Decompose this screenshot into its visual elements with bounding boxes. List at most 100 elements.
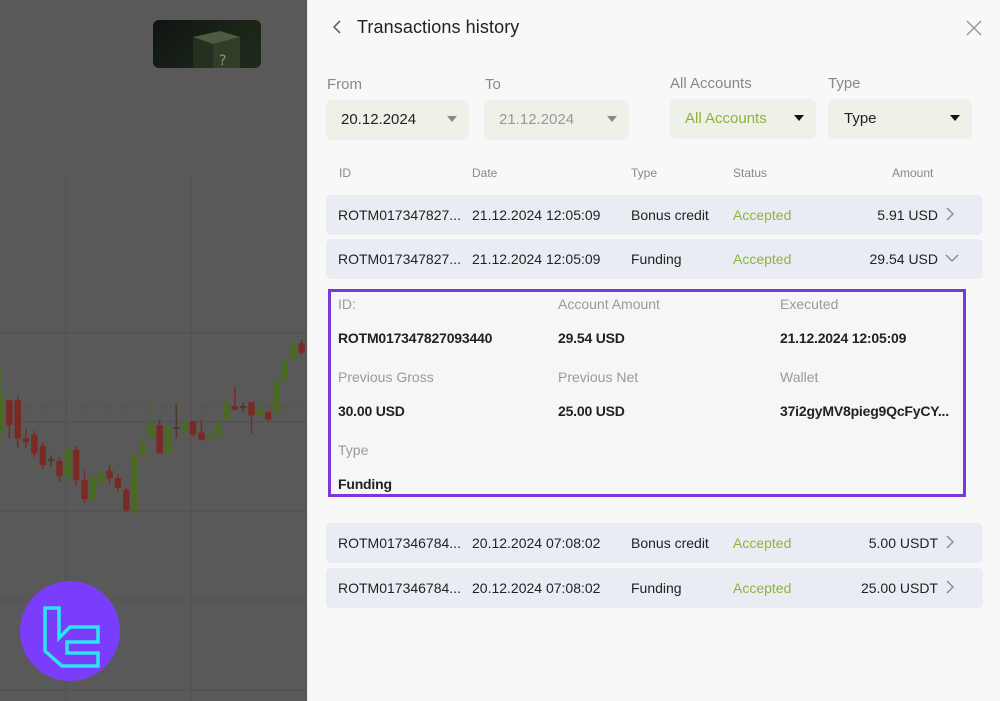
type-select[interactable]: Type <box>828 99 972 139</box>
logo-icon <box>43 606 100 668</box>
from-date-select[interactable]: 20.12.2024 <box>326 100 469 140</box>
detail-prev-gross-label: Previous Gross <box>338 369 434 385</box>
column-header-type: Type <box>631 166 658 180</box>
transaction-type: Bonus credit <box>631 207 709 223</box>
chevron-right-icon <box>946 207 954 221</box>
background-chart: ? <box>0 0 307 701</box>
close-button[interactable] <box>964 18 984 38</box>
detail-prev-net-value: 25.00 USD <box>558 403 625 419</box>
transaction-date: 20.12.2024 07:08:02 <box>472 580 601 596</box>
caret-down-icon <box>607 116 617 122</box>
transaction-row[interactable]: ROTM017346784... 20.12.2024 07:08:02 Bon… <box>326 523 983 563</box>
to-date-select[interactable]: 21.12.2024 <box>484 100 629 140</box>
question-mark: ? <box>219 53 226 68</box>
detail-type-label: Type <box>338 442 369 458</box>
candle-body <box>248 402 255 416</box>
candle-body <box>256 409 264 416</box>
candle-body <box>198 432 205 441</box>
candle-body <box>47 459 55 462</box>
caret-down-icon <box>950 115 960 121</box>
transaction-type: Funding <box>631 251 682 267</box>
accounts-select[interactable]: All Accounts <box>670 99 816 139</box>
candle-body <box>231 406 238 410</box>
mystery-box-icon: ? <box>193 31 240 68</box>
candle-body <box>114 478 122 488</box>
transaction-amount: 25.00 USDT <box>860 580 938 596</box>
candle-body <box>223 404 230 420</box>
candle-body <box>164 426 172 454</box>
panel-header: Transactions history <box>308 0 1000 60</box>
from-label: From <box>327 76 362 93</box>
candle-body <box>181 423 188 431</box>
accounts-label: All Accounts <box>670 75 752 92</box>
transaction-date: 21.12.2024 12:05:09 <box>472 207 601 223</box>
transaction-row[interactable]: ROTM017347827... 21.12.2024 12:05:09 Bon… <box>326 195 983 235</box>
caret-down-icon <box>794 115 804 121</box>
detail-account-amount-value: 29.54 USD <box>558 330 625 346</box>
detail-id-value: ROTM017347827093440 <box>338 330 493 346</box>
detail-id-label: ID: <box>338 296 356 312</box>
transaction-type: Bonus credit <box>631 535 709 551</box>
candle-body <box>265 411 272 420</box>
brand-logo <box>20 581 120 681</box>
candle-body <box>290 343 297 359</box>
detail-executed-label: Executed <box>780 296 839 312</box>
candle-body <box>156 425 163 454</box>
candle-body <box>189 421 197 435</box>
status-badge: Accepted <box>733 580 792 596</box>
chevron-right-icon <box>946 535 954 549</box>
back-button[interactable] <box>330 17 348 39</box>
close-icon <box>966 20 982 36</box>
mystery-box-button[interactable]: ? <box>153 20 261 68</box>
type-label: Type <box>828 75 861 92</box>
candle-body <box>214 423 222 437</box>
transaction-row[interactable]: ROTM017346784... 20.12.2024 07:08:02 Fun… <box>326 568 983 608</box>
transaction-type: Funding <box>631 580 682 596</box>
chevron-left-icon <box>332 20 341 34</box>
transaction-row[interactable]: ROTM017347827... 21.12.2024 12:05:09 Fun… <box>326 239 983 279</box>
candle-body <box>22 438 30 443</box>
accounts-value: All Accounts <box>685 110 767 127</box>
to-label: To <box>485 76 501 93</box>
detail-executed-value: 21.12.2024 12:05:09 <box>780 330 907 346</box>
candle-body <box>139 444 147 456</box>
detail-prev-net-label: Previous Net <box>558 369 639 385</box>
candle-body <box>56 461 63 477</box>
transaction-date: 20.12.2024 07:08:02 <box>472 535 601 551</box>
candle-body <box>6 400 13 425</box>
transaction-id: ROTM017346784... <box>338 580 461 596</box>
transaction-id: ROTM017346784... <box>338 535 461 551</box>
candle-body <box>0 396 5 431</box>
candle-body <box>106 470 113 479</box>
transaction-id: ROTM017347827... <box>338 251 461 267</box>
caret-down-icon <box>447 116 457 122</box>
candle-body <box>81 480 88 500</box>
detail-type-value: Funding <box>338 476 392 492</box>
candle-body <box>89 478 97 500</box>
candle-body <box>98 472 105 484</box>
candle-body <box>298 343 305 353</box>
transaction-date: 21.12.2024 12:05:09 <box>472 251 601 267</box>
column-header-id: ID <box>339 166 351 180</box>
candle-body <box>281 362 289 380</box>
to-date-value: 21.12.2024 <box>499 111 575 128</box>
candle-body <box>206 434 213 439</box>
chevron-down-icon <box>945 254 959 262</box>
detail-wallet-label: Wallet <box>780 369 819 385</box>
candle-body <box>64 449 71 477</box>
from-date-value: 20.12.2024 <box>341 111 417 128</box>
status-badge: Accepted <box>733 535 792 551</box>
detail-account-amount-label: Account Amount <box>558 296 660 312</box>
candle-body <box>273 381 280 414</box>
column-header-amount: Amount <box>892 166 934 180</box>
column-header-status: Status <box>733 166 768 180</box>
page-title: Transactions history <box>357 17 520 37</box>
candle-body <box>173 426 180 429</box>
transaction-amount: 5.00 USDT <box>868 535 938 551</box>
status-badge: Accepted <box>733 251 792 267</box>
transaction-amount: 29.54 USD <box>869 251 938 267</box>
detail-prev-gross-value: 30.00 USD <box>338 403 405 419</box>
chevron-right-icon <box>946 580 954 594</box>
candle-body <box>131 455 138 511</box>
candle-body <box>123 489 130 511</box>
